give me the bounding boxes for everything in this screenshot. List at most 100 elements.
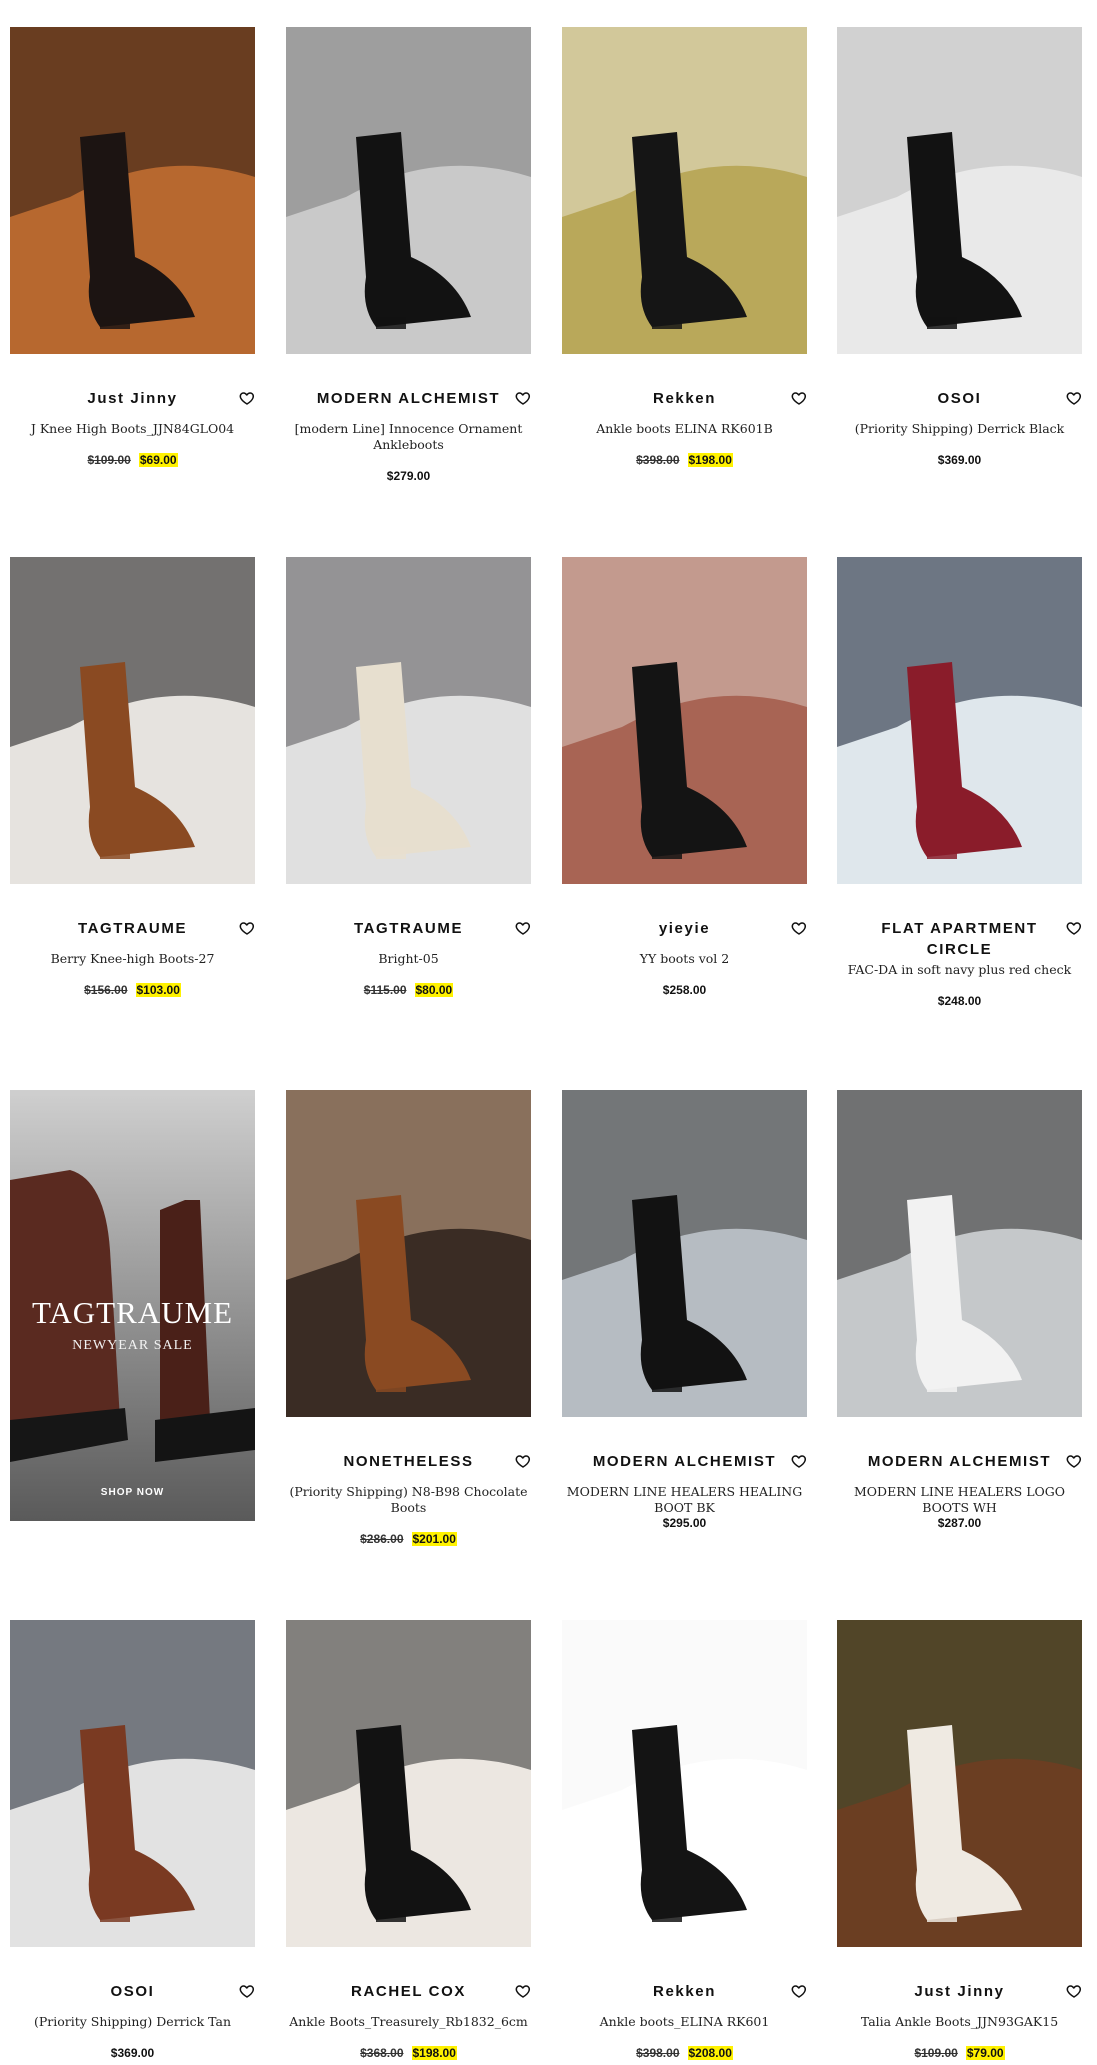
original-price: $286.00 — [360, 1532, 404, 1546]
product-image[interactable] — [837, 557, 1082, 884]
product-name[interactable]: (Priority Shipping) Derrick Black — [837, 421, 1082, 437]
sale-price: $103.00 — [135, 983, 181, 997]
wishlist-heart-icon[interactable] — [1066, 1453, 1082, 1469]
wishlist-heart-icon[interactable] — [791, 920, 807, 936]
wishlist-heart-icon[interactable] — [239, 390, 255, 406]
product-image[interactable] — [562, 557, 807, 884]
current-price: $248.00 — [937, 994, 982, 1008]
sale-price: $198.00 — [687, 453, 733, 467]
original-price: $115.00 — [363, 983, 407, 997]
product-image[interactable] — [286, 1090, 531, 1417]
product-brand[interactable]: OSOI — [38, 1981, 228, 2002]
product-image[interactable] — [562, 1090, 807, 1417]
product-brand[interactable]: FLAT APARTMENT CIRCLE — [865, 918, 1055, 960]
product-image[interactable] — [286, 1620, 531, 1947]
product-image[interactable] — [837, 1620, 1082, 1947]
product-price: $279.00 — [286, 469, 531, 483]
wishlist-heart-icon[interactable] — [515, 920, 531, 936]
product-price: $258.00 — [562, 983, 807, 997]
product-brand[interactable]: Rekken — [590, 388, 780, 409]
product-price: $287.00 — [837, 1516, 1082, 1530]
product-name[interactable]: J Knee High Boots_JJN84GLO04 — [10, 421, 255, 437]
current-price: $369.00 — [110, 2046, 155, 2060]
promo-title: TAGTRAUME — [31, 1295, 234, 1330]
product-price: $398.00 $208.00 — [562, 2046, 807, 2060]
sale-price: $208.00 — [687, 2046, 733, 2060]
current-price: $287.00 — [937, 1516, 982, 1530]
product-price: $109.00 $69.00 — [10, 453, 255, 467]
product-brand[interactable]: MODERN ALCHEMIST — [590, 1451, 780, 1472]
promo-banner[interactable]: TAGTRAUME NEWYEAR SALE SHOP NOW — [10, 1090, 255, 1521]
product-brand[interactable]: RACHEL COX — [314, 1981, 504, 2002]
sale-price: $198.00 — [411, 2046, 457, 2060]
product-name[interactable]: Bright-05 — [286, 951, 531, 967]
product-price: $368.00 $198.00 — [286, 2046, 531, 2060]
product-image[interactable] — [286, 27, 531, 354]
wishlist-heart-icon[interactable] — [239, 1983, 255, 1999]
original-price: $398.00 — [636, 453, 680, 467]
original-price: $156.00 — [84, 983, 128, 997]
product-price: $398.00 $198.00 — [562, 453, 807, 467]
shop-now-button[interactable]: SHOP NOW — [10, 1487, 255, 1498]
sale-price: $69.00 — [138, 453, 178, 467]
product-price: $115.00 $80.00 — [286, 983, 531, 997]
product-image[interactable] — [562, 27, 807, 354]
promo-subtitle: NEWYEAR SALE — [72, 1338, 193, 1353]
product-image[interactable] — [837, 27, 1082, 354]
product-price: $286.00 $201.00 — [286, 1532, 531, 1546]
product-price: $369.00 — [10, 2046, 255, 2060]
original-price: $109.00 — [87, 453, 131, 467]
product-image[interactable] — [10, 27, 255, 354]
wishlist-heart-icon[interactable] — [791, 390, 807, 406]
product-name[interactable]: [modern Line] Innocence Ornament Anklebo… — [286, 421, 531, 453]
wishlist-heart-icon[interactable] — [1066, 390, 1082, 406]
product-brand[interactable]: Just Jinny — [865, 1981, 1055, 2002]
product-name[interactable]: MODERN LINE HEALERS HEALING BOOT BK — [562, 1484, 807, 1516]
product-name[interactable]: Talia Ankle Boots_JJN93GAK15 — [837, 2014, 1082, 2030]
product-brand[interactable]: Rekken — [590, 1981, 780, 2002]
product-name[interactable]: (Priority Shipping) N8-B98 Chocolate Boo… — [286, 1484, 531, 1516]
current-price: $279.00 — [386, 469, 431, 483]
product-brand[interactable]: MODERN ALCHEMIST — [314, 388, 504, 409]
product-brand[interactable]: OSOI — [865, 388, 1055, 409]
product-brand[interactable]: MODERN ALCHEMIST — [865, 1451, 1055, 1472]
wishlist-heart-icon[interactable] — [515, 1453, 531, 1469]
product-image[interactable] — [286, 557, 531, 884]
sale-price: $79.00 — [965, 2046, 1005, 2060]
product-name[interactable]: FAC-DA in soft navy plus red check — [837, 962, 1082, 978]
current-price: $369.00 — [937, 453, 982, 467]
product-name[interactable]: MODERN LINE HEALERS LOGO BOOTS WH — [837, 1484, 1082, 1516]
wishlist-heart-icon[interactable] — [239, 920, 255, 936]
wishlist-heart-icon[interactable] — [791, 1453, 807, 1469]
wishlist-heart-icon[interactable] — [515, 1983, 531, 1999]
product-price: $248.00 — [837, 994, 1082, 1008]
product-name[interactable]: Berry Knee-high Boots-27 — [10, 951, 255, 967]
product-brand[interactable]: TAGTRAUME — [38, 918, 228, 939]
wishlist-heart-icon[interactable] — [791, 1983, 807, 1999]
product-name[interactable]: (Priority Shipping) Derrick Tan — [10, 2014, 255, 2030]
product-image[interactable] — [837, 1090, 1082, 1417]
product-price: $156.00 $103.00 — [10, 983, 255, 997]
product-name[interactable]: Ankle Boots_Treasurely_Rb1832_6cm — [286, 2014, 531, 2030]
product-brand[interactable]: TAGTRAUME — [314, 918, 504, 939]
wishlist-heart-icon[interactable] — [1066, 920, 1082, 936]
product-price: $295.00 — [562, 1516, 807, 1530]
product-brand[interactable]: NONETHELESS — [314, 1451, 504, 1472]
product-price: $369.00 — [837, 453, 1082, 467]
sale-price: $201.00 — [411, 1532, 457, 1546]
product-grid: TAGTRAUME NEWYEAR SALE SHOP NOW Just Jin… — [0, 0, 1097, 2065]
product-image[interactable] — [562, 1620, 807, 1947]
current-price: $295.00 — [662, 1516, 707, 1530]
wishlist-heart-icon[interactable] — [1066, 1983, 1082, 1999]
product-image[interactable] — [10, 1620, 255, 1947]
product-brand[interactable]: yieyie — [590, 918, 780, 939]
original-price: $398.00 — [636, 2046, 680, 2060]
product-brand[interactable]: Just Jinny — [38, 388, 228, 409]
product-image[interactable] — [10, 557, 255, 884]
original-price: $109.00 — [914, 2046, 958, 2060]
current-price: $258.00 — [662, 983, 707, 997]
product-name[interactable]: YY boots vol 2 — [562, 951, 807, 967]
product-name[interactable]: Ankle boots ELINA RK601B — [562, 421, 807, 437]
product-name[interactable]: Ankle boots_ELINA RK601 — [562, 2014, 807, 2030]
wishlist-heart-icon[interactable] — [515, 390, 531, 406]
